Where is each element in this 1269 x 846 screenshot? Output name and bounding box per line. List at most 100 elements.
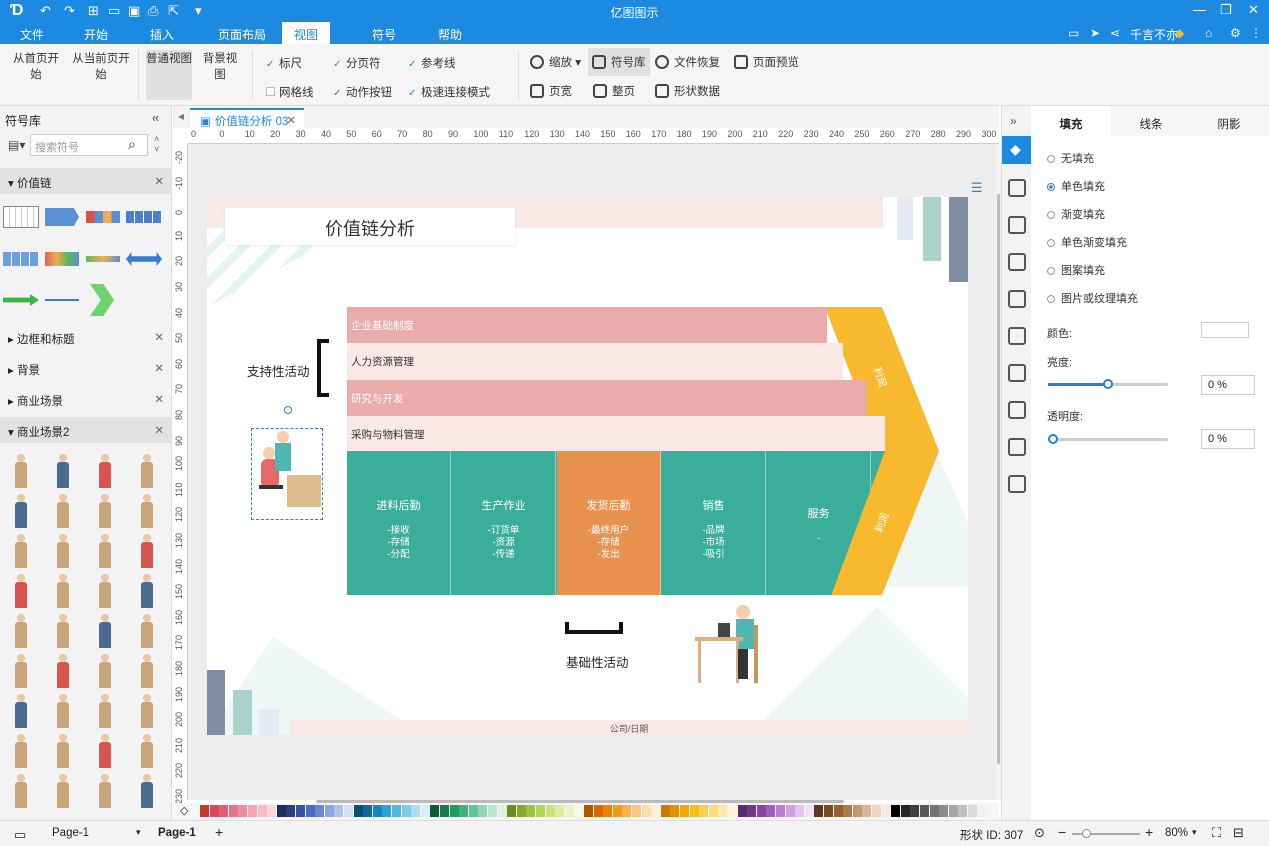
color-swatch[interactable] (680, 805, 689, 817)
page-menu-icon[interactable]: ☰ (971, 180, 983, 196)
user-name[interactable]: 千言不亦 (1130, 26, 1178, 43)
primary-activity-column[interactable]: 生产作业 -订货单 -资源 -传递 (452, 451, 556, 595)
business-person-shape[interactable] (8, 774, 34, 808)
file-recover-button[interactable]: 文件恢复 (655, 54, 720, 70)
color-swatch[interactable] (440, 805, 449, 817)
fill-option-solid[interactable]: 单色填充 (1047, 178, 1105, 194)
shuffle-tool-icon[interactable] (1008, 475, 1026, 493)
color-swatch[interactable] (209, 805, 219, 817)
base-bracket[interactable] (565, 622, 623, 634)
color-swatch[interactable] (372, 805, 382, 817)
base-activities-label[interactable]: 基础性活动 (566, 652, 629, 671)
search-icon[interactable]: ⌕ (128, 136, 136, 153)
slider-knob[interactable] (1048, 434, 1058, 444)
business-person-shape[interactable] (8, 574, 34, 608)
close-category-icon[interactable]: ✕ (154, 361, 164, 375)
color-swatch[interactable] (478, 805, 488, 817)
fit-page-icon[interactable]: ⛶ (1212, 825, 1221, 841)
tab-line[interactable]: 线条 (1111, 106, 1191, 136)
business-person-shape[interactable] (92, 494, 118, 528)
value-chain-shape[interactable] (3, 252, 39, 266)
page-selector[interactable]: Page-1 (52, 827, 89, 839)
color-swatch[interactable] (651, 805, 661, 817)
menu-help[interactable]: 帮助 (438, 26, 462, 43)
from-current-page-button[interactable]: 从当前页开始 (70, 50, 132, 82)
diagram-page[interactable]: 公司/日期 价值链分析 支持性活动 基础性活动 利润 利润 企业基础制度 人力资… (207, 197, 968, 735)
zoom-in-icon[interactable]: + (1145, 824, 1153, 840)
tab-shadow[interactable]: 阴影 (1189, 106, 1269, 136)
pin-icon[interactable]: ◂ (178, 109, 184, 123)
business-person-illustration[interactable] (257, 431, 321, 519)
color-swatch[interactable] (555, 805, 565, 817)
play-icon[interactable]: ⊙ (1034, 825, 1045, 841)
primary-activity-column[interactable]: 进料后勤 -接收 -存储 -分配 (347, 451, 451, 595)
fill-option-mono-gradient[interactable]: 单色渐变填充 (1047, 234, 1127, 250)
business-person-shape[interactable] (50, 694, 76, 728)
business-person-shape[interactable] (50, 534, 76, 568)
page-preview-button[interactable]: 页面预览 (734, 54, 799, 70)
page-list-icon[interactable]: ▭ (14, 827, 26, 843)
business-person-shape[interactable] (8, 654, 34, 688)
color-swatch[interactable] (641, 805, 651, 817)
link-icon[interactable]: ⋖ (1110, 26, 1120, 40)
color-swatch[interactable] (852, 805, 862, 817)
color-swatch[interactable] (353, 805, 363, 817)
business-person-shape[interactable] (134, 694, 160, 728)
layers-tool-icon[interactable] (1008, 253, 1026, 271)
color-swatch[interactable] (756, 805, 766, 817)
zoom-button[interactable]: 缩放 ▾ (530, 54, 581, 70)
color-swatch[interactable] (968, 805, 977, 817)
category-business-scene[interactable]: ▸ 商业场景 ✕ (0, 386, 172, 412)
connector-tool-icon[interactable] (1008, 438, 1026, 456)
fill-bucket-icon[interactable]: ◇ (180, 804, 188, 817)
color-swatch[interactable] (900, 805, 910, 817)
page-width-button[interactable]: 页宽 (530, 83, 572, 99)
value-chain-shape[interactable] (3, 206, 39, 228)
value-chain-shape[interactable] (45, 252, 79, 266)
table-tool-icon[interactable] (1008, 364, 1026, 382)
business-person-shape[interactable] (50, 574, 76, 608)
business-person-shape[interactable] (134, 614, 160, 648)
chevron-shape[interactable] (90, 284, 114, 316)
color-swatch[interactable] (392, 805, 401, 817)
transparency-slider[interactable] (1048, 434, 1168, 444)
business-person-shape[interactable] (134, 774, 160, 808)
business-person-shape[interactable] (134, 494, 160, 528)
symbol-library-button[interactable]: 符号库 (588, 48, 650, 76)
transparency-input[interactable]: 0 % (1201, 429, 1255, 449)
business-person-shape[interactable] (134, 534, 160, 568)
color-swatch[interactable] (334, 805, 344, 817)
more-icon[interactable]: ⋮ (1250, 26, 1262, 40)
zoom-slider[interactable] (1072, 829, 1140, 838)
business-person-shape[interactable] (92, 454, 118, 488)
value-chain-shape[interactable] (86, 256, 120, 262)
color-swatch[interactable] (430, 805, 440, 817)
color-swatch[interactable] (574, 805, 584, 817)
color-swatch[interactable] (382, 805, 392, 817)
business-person-shape[interactable] (134, 734, 160, 768)
color-swatch[interactable] (689, 805, 699, 817)
business-person-shape[interactable] (50, 614, 76, 648)
business-person-shape[interactable] (92, 534, 118, 568)
add-page-icon[interactable]: + (215, 824, 223, 840)
group-tool-icon[interactable] (1008, 401, 1026, 419)
minimize-icon[interactable]: — (1193, 2, 1206, 17)
color-swatch[interactable] (420, 805, 430, 817)
color-swatch[interactable] (315, 805, 325, 817)
business-person-shape[interactable] (92, 694, 118, 728)
expand-panel-icon[interactable]: » (1010, 114, 1017, 128)
color-swatch[interactable] (872, 805, 881, 817)
library-menu-icon[interactable]: ▤▾ (8, 138, 25, 152)
business-person-shape[interactable] (8, 614, 34, 648)
document-tool-icon[interactable] (1008, 290, 1026, 308)
color-swatch[interactable] (891, 805, 901, 817)
close-icon[interactable]: ✕ (1248, 2, 1259, 18)
color-swatch[interactable] (468, 805, 478, 817)
fast-connect-checkbox[interactable]: ✓ 极速连接模式 (408, 84, 490, 100)
business-person-shape[interactable] (134, 574, 160, 608)
color-swatch[interactable] (507, 805, 517, 817)
primary-activity-column[interactable]: 销售 -品牌 -市场 -吸引 (662, 451, 766, 595)
gridline-checkbox[interactable]: 网格线 (266, 84, 314, 100)
zoom-knob[interactable] (1082, 829, 1091, 838)
color-swatch[interactable] (785, 805, 795, 817)
